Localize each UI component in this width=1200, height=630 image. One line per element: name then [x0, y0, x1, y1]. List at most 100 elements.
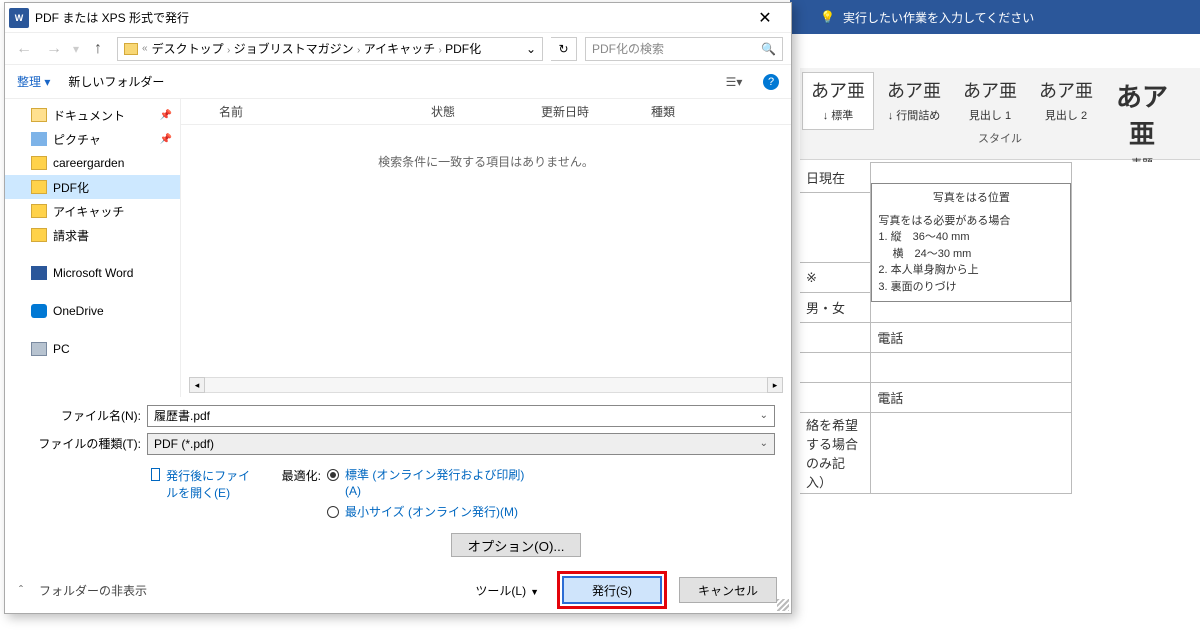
breadcrumb-segment[interactable]: デスクトップ [152, 42, 224, 56]
photo-body: 写真をはる必要がある場合 [878, 213, 1064, 230]
breadcrumb-bar[interactable]: « デスクトップ › ジョブリストマガジン › アイキャッチ › PDF化 ⌄ [117, 37, 543, 61]
help-icon[interactable]: ? [763, 74, 779, 90]
publish-button[interactable]: 発行(S) [563, 577, 661, 603]
dialog-titlebar: W PDF または XPS 形式で発行 ✕ [5, 3, 791, 33]
filename-input[interactable]: 履歴書.pdf ⌄ [147, 405, 775, 427]
style-gallery-item[interactable]: あア亜 見出し 1 [954, 72, 1026, 130]
photo-l3: 2. 本人単身胸から上 [878, 262, 1064, 279]
close-button[interactable]: ✕ [743, 8, 787, 28]
tree-item[interactable]: Microsoft Word [5, 261, 180, 285]
chevron-up-icon[interactable]: ˆ [19, 583, 23, 597]
filetype-combo[interactable]: PDF (*.pdf) ⌄ [147, 433, 775, 455]
options-button[interactable]: オプション(O)... [451, 533, 581, 557]
doc-tel2: 電話 [871, 383, 1072, 413]
filename-form: ファイル名(N): 履歴書.pdf ⌄ ファイルの種類(T): PDF (*.p… [5, 397, 791, 463]
nav-back-button[interactable]: ← [13, 40, 35, 58]
filename-value: 履歴書.pdf [154, 407, 210, 424]
tree-item-label: 請求書 [53, 227, 89, 244]
resize-grip[interactable] [777, 599, 789, 611]
search-input[interactable]: PDF化の検索 🔍 [585, 37, 783, 61]
folder-y-icon [31, 228, 47, 242]
tree-item[interactable]: PDF化 [5, 175, 180, 199]
optimize-label: 最適化: [261, 467, 321, 484]
img-icon [31, 132, 47, 146]
folder-tree[interactable]: ドキュメント 📌 ピクチャ 📌 careergarden PDF化 アイキャッチ… [5, 99, 181, 397]
empty-list-message: 検索条件に一致する項目はありません。 [181, 153, 791, 170]
tree-item-label: Microsoft Word [53, 266, 133, 280]
horizontal-scrollbar[interactable]: ◂ ▸ [189, 377, 783, 393]
open-after-checkbox[interactable] [151, 468, 160, 481]
style-sample: あア亜 [803, 77, 873, 103]
filetype-label: ファイルの種類(T): [21, 435, 147, 452]
document-canvas: 日現在 写真をはる位置 写真をはる必要がある場合 1. 縦 36〜40 mm 横… [800, 162, 1190, 630]
scroll-left-button[interactable]: ◂ [189, 377, 205, 393]
style-name: 見出し 1 [955, 107, 1025, 123]
wordapp-icon [31, 266, 47, 280]
folder-y-icon [31, 156, 47, 170]
chevron-down-icon[interactable]: ⌄ [760, 410, 768, 421]
style-name: ↓ 標準 [803, 107, 873, 123]
tree-item[interactable]: 請求書 [5, 223, 180, 247]
nav-toolbar: ← → ▾ ↑ « デスクトップ › ジョブリストマガジン › アイキャッチ ›… [5, 33, 791, 65]
tree-item-label: careergarden [53, 156, 124, 170]
col-name[interactable]: 名前 [181, 103, 431, 120]
dialog-toolbar: 整理 ▾ 新しいフォルダー ☰▾ ? [5, 65, 791, 99]
view-options-icon[interactable]: ☰▾ [723, 75, 745, 89]
doc-gender: 男・女 [800, 293, 871, 323]
tree-item[interactable]: careergarden [5, 151, 180, 175]
list-header[interactable]: 名前 状態 更新日時 種類 [181, 99, 791, 125]
style-gallery-item[interactable]: あア亜 ↓ 標準 [802, 72, 874, 130]
style-sample: あア亜 [879, 77, 949, 103]
style-gallery-item[interactable]: あア亜 見出し 2 [1030, 72, 1102, 130]
filename-label: ファイル名(N): [21, 407, 147, 424]
tree-item[interactable]: アイキャッチ [5, 199, 180, 223]
photo-l1: 1. 縦 36〜40 mm [878, 229, 1064, 246]
scroll-track[interactable] [205, 377, 767, 393]
open-after-label[interactable]: 発行後にファイルを開く(E) [166, 467, 261, 501]
chevron-down-icon[interactable]: ⌄ [760, 438, 768, 449]
scroll-right-button[interactable]: ▸ [767, 377, 783, 393]
refresh-button[interactable]: ↻ [551, 37, 577, 61]
doc-asterisk: ※ [806, 270, 817, 285]
tree-item-label: アイキャッチ [53, 203, 124, 220]
style-gallery-item[interactable]: あア亜 ↓ 行間詰め [878, 72, 950, 130]
tree-item-label: ピクチャ [53, 131, 101, 148]
nav-up-button[interactable]: ↑ [87, 40, 109, 58]
folder-y-icon [31, 180, 47, 194]
breadcrumb-segment[interactable]: ジョブリストマガジン [234, 42, 354, 56]
style-gallery-item[interactable]: あア亜 表題 [1106, 72, 1178, 130]
word-icon: W [9, 8, 29, 28]
dialog-title: PDF または XPS 形式で発行 [35, 9, 743, 26]
breadcrumb-segment[interactable]: アイキャッチ [364, 42, 435, 56]
new-folder-button[interactable]: 新しいフォルダー [68, 73, 164, 90]
radio-standard[interactable] [327, 469, 339, 481]
ribbon-styles-group: あア亜 ↓ 標準あア亜 ↓ 行間詰めあア亜 見出し 1あア亜 見出し 2あア亜 … [800, 68, 1200, 160]
tree-item-label: PC [53, 342, 70, 356]
radio-minimum[interactable] [327, 506, 339, 518]
filetype-value: PDF (*.pdf) [154, 437, 214, 451]
opt-minimum-label[interactable]: 最小サイズ (オンライン発行)(M) [345, 504, 518, 521]
col-type[interactable]: 種類 [651, 103, 761, 120]
folder-icon [31, 108, 47, 122]
photo-l4: 3. 裏面のりづけ [878, 279, 1064, 296]
tree-item[interactable]: ドキュメント 📌 [5, 103, 180, 127]
save-as-pdf-dialog: W PDF または XPS 形式で発行 ✕ ← → ▾ ↑ « デスクトップ ›… [4, 2, 792, 614]
photo-box: 写真をはる位置 写真をはる必要がある場合 1. 縦 36〜40 mm 横 24〜… [871, 183, 1071, 302]
col-date[interactable]: 更新日時 [541, 103, 651, 120]
tree-item[interactable]: PC [5, 337, 180, 361]
style-sample: あア亜 [1031, 77, 1101, 103]
tree-item[interactable]: ピクチャ 📌 [5, 127, 180, 151]
tools-menu[interactable]: ツール(L)▼ [475, 582, 539, 599]
file-list[interactable]: 名前 状態 更新日時 種類 検索条件に一致する項目はありません。 ◂ ▸ [181, 99, 791, 397]
ribbon-tell-me[interactable]: 💡 実行したい作業を入力してください [790, 0, 1200, 34]
nav-forward-button[interactable]: → [43, 40, 65, 58]
tree-item[interactable]: OneDrive [5, 299, 180, 323]
photo-box-cell: 写真をはる位置 写真をはる必要がある場合 1. 縦 36〜40 mm 横 24〜… [871, 163, 1072, 323]
col-status[interactable]: 状態 [431, 103, 541, 120]
opt-standard-label[interactable]: 標準 (オンライン発行および印刷)(A) [345, 467, 525, 501]
breadcrumb-segment[interactable]: PDF化 [445, 42, 481, 56]
organize-menu[interactable]: 整理 ▾ [17, 73, 50, 90]
pc-icon [31, 342, 47, 356]
hide-folders-link[interactable]: フォルダーの非表示 [39, 582, 147, 599]
cancel-button[interactable]: キャンセル [679, 577, 777, 603]
